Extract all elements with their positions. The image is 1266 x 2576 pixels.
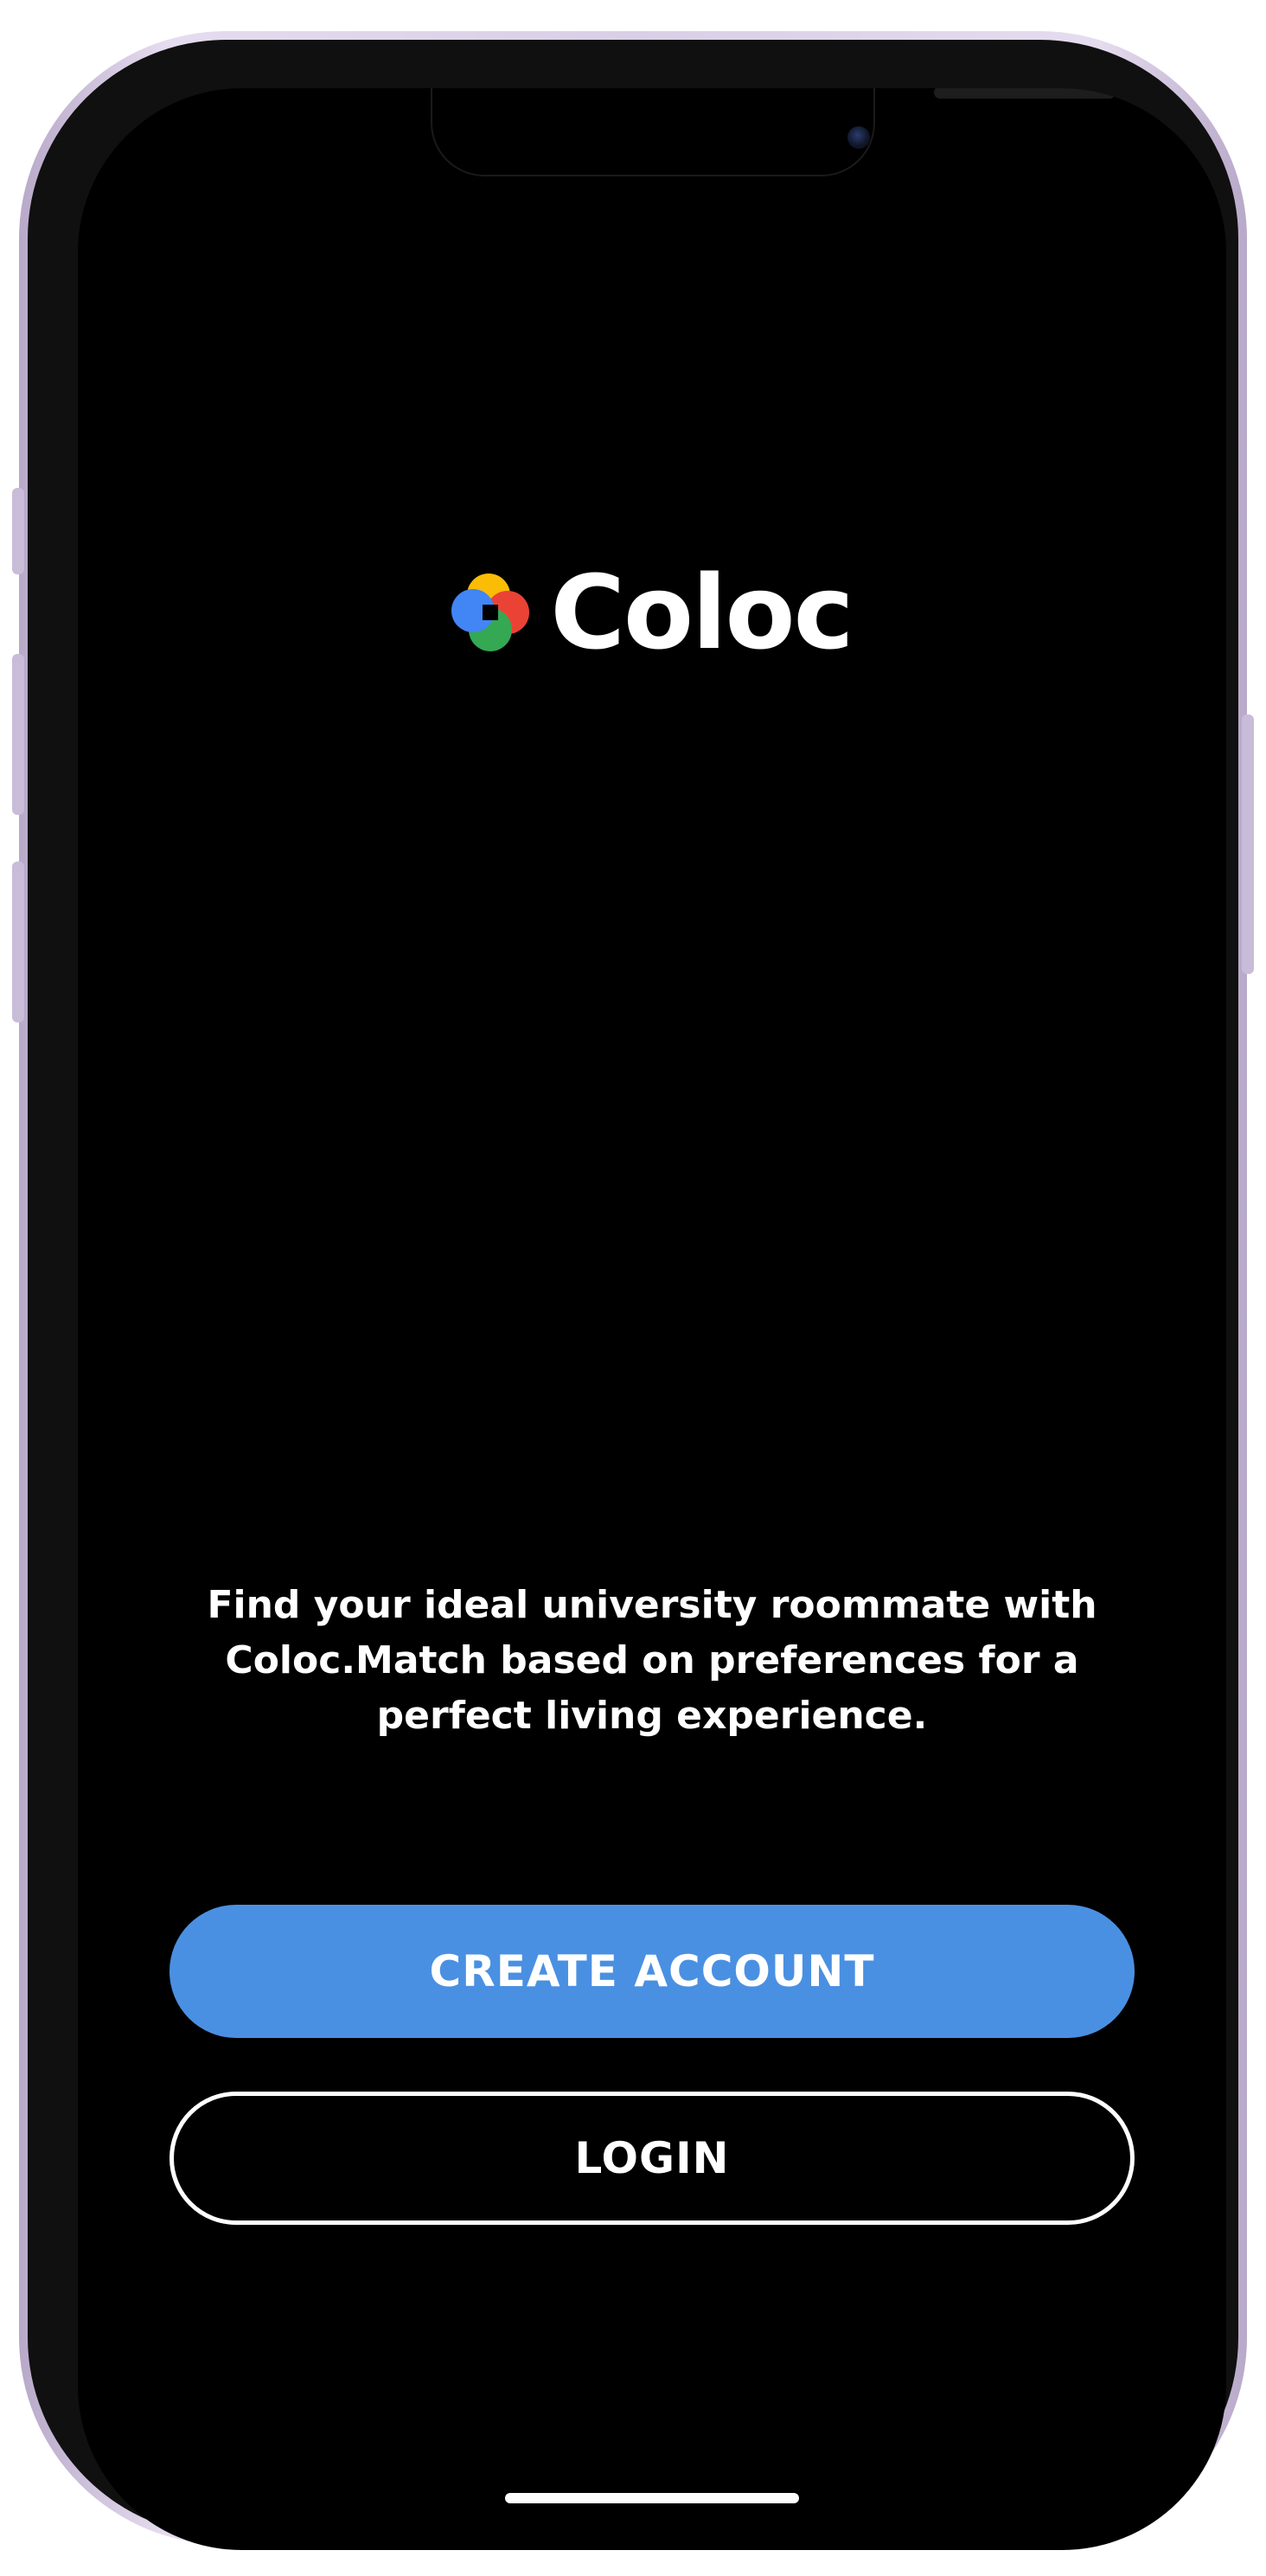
volume-down-button [12, 862, 24, 1022]
silent-switch [12, 488, 24, 574]
app-logo: Coloc [78, 552, 1226, 673]
login-button[interactable]: LOGIN [169, 2092, 1135, 2225]
power-button [1242, 714, 1254, 974]
logo-center-mark [483, 605, 499, 620]
volume-up-button [12, 654, 24, 815]
screen: Coloc Find your ideal university roommat… [78, 88, 1226, 2550]
login-label: LOGIN [574, 2133, 730, 2183]
coloc-logo-icon [451, 574, 530, 651]
notch [432, 88, 1116, 175]
tagline: Find your ideal university roommate with… [207, 1583, 1097, 1738]
app-name: Coloc [550, 553, 854, 672]
create-account-label: CREATE ACCOUNT [429, 1946, 875, 1996]
front-camera-icon [847, 126, 870, 149]
home-indicator[interactable] [505, 2493, 799, 2503]
create-account-button[interactable]: CREATE ACCOUNT [169, 1905, 1135, 2038]
speaker-grille [934, 88, 1116, 99]
phone-frame: Coloc Find your ideal university roommat… [12, 31, 1254, 2550]
